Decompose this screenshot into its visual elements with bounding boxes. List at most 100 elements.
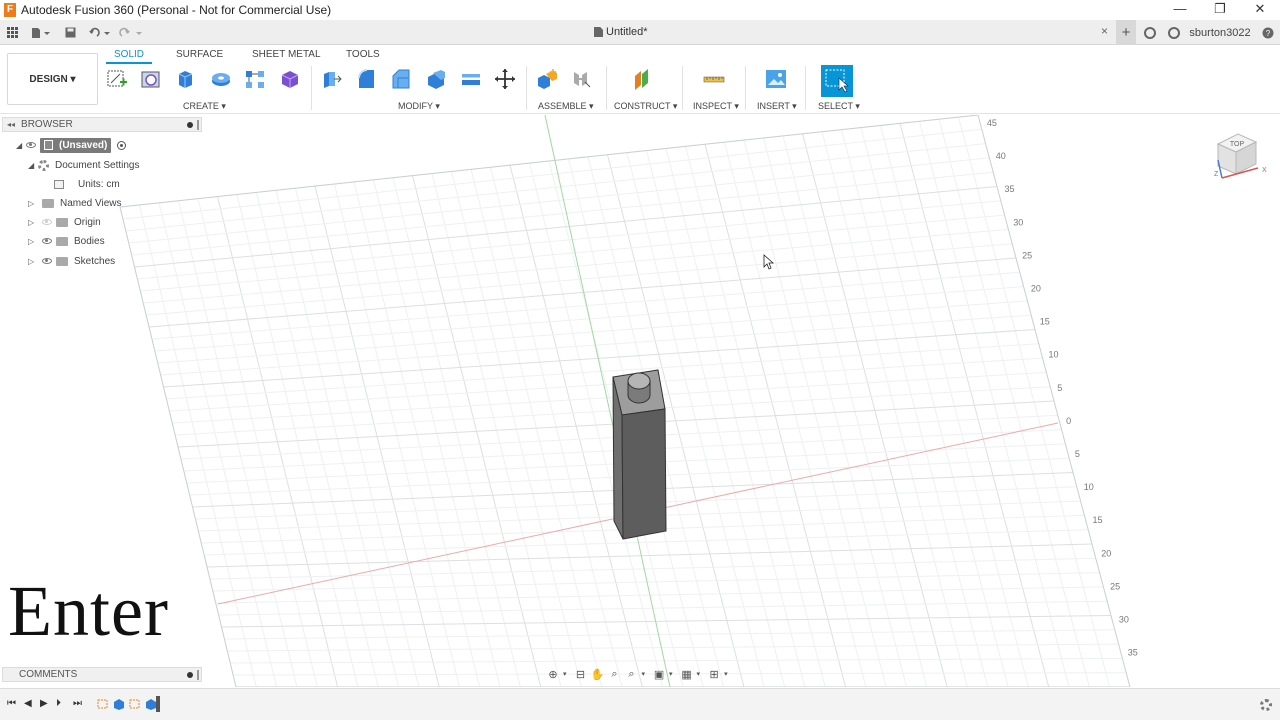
expand-triangle-icon[interactable]: ▷ [28,218,38,227]
tab-surface[interactable]: SURFACE [176,49,223,60]
viewports-icon[interactable]: ⊞ [707,668,721,681]
timeline-marker[interactable] [156,696,160,712]
document-tab[interactable]: Untitled* [594,26,648,38]
timeline-settings-gear-icon[interactable] [1260,699,1272,711]
play-icon[interactable]: ▶ [40,698,48,709]
new-component-icon[interactable] [536,68,558,90]
design-canvas[interactable]: 45 40 35 30 25 20 15 10 5 0 5 10 15 20 25 30 35 [0,115,1280,687]
root-component[interactable]: (Unsaved) [40,137,112,153]
timeline-sketch-icon[interactable] [97,698,109,710]
expand-triangle-icon[interactable]: ▷ [28,199,38,208]
chamfer-icon[interactable] [390,68,412,90]
offset-plane-icon[interactable] [632,68,654,90]
pan-hand-icon[interactable]: ✋ [591,668,605,681]
revolve-icon[interactable] [210,68,232,90]
extrude-icon[interactable] [175,68,197,90]
assemble-menu[interactable]: ASSEMBLE ▾ [538,101,594,112]
construct-menu[interactable]: CONSTRUCT ▾ [614,101,677,112]
move-copy-icon[interactable] [494,68,516,90]
collapse-triangle-icon[interactable]: ◢ [28,161,38,170]
visibility-eye-icon[interactable] [26,142,36,148]
user-account-menu[interactable]: sburton3022 [1189,20,1250,45]
undo-icon[interactable] [86,20,114,45]
redo-icon[interactable] [116,20,146,45]
viewports-dropdown-icon[interactable]: ▾ [724,670,728,678]
create-menu[interactable]: CREATE ▾ [183,101,226,112]
fit-icon[interactable]: ⌕ [625,668,639,680]
maximize-button[interactable]: ❐ [1200,0,1240,20]
new-tab-button[interactable]: + [1116,20,1136,45]
tab-tools[interactable]: TOOLS [346,49,380,60]
measure-icon[interactable] [703,68,725,90]
joint-icon[interactable] [571,68,593,90]
grid-snaps-icon[interactable]: ▦ [680,668,694,681]
browser-item-named-views[interactable]: ▷ Named Views [28,195,122,211]
expand-triangle-icon[interactable]: ▷ [28,257,38,266]
browser-item-origin[interactable]: ▷ Origin [28,214,101,230]
look-at-icon[interactable]: ⊟ [574,668,588,681]
go-to-end-icon[interactable]: ⏭ [73,698,82,709]
workspace-switcher-button[interactable]: DESIGN ▾ [7,53,98,105]
data-panel-grid-icon[interactable] [2,20,22,45]
minimize-button[interactable]: — [1160,0,1200,20]
timeline-extrude-icon[interactable] [113,698,125,710]
settings-gear-icon [38,159,49,171]
pin-panel-icon[interactable] [187,122,193,128]
activate-radio-icon[interactable] [117,140,127,150]
close-tab-button[interactable]: × [1101,24,1108,38]
go-to-start-icon[interactable]: ⏮ [7,698,16,709]
save-icon[interactable] [62,20,78,45]
zoom-dropdown-icon[interactable]: ▾ [642,670,646,678]
pin-panel-icon[interactable] [187,672,193,678]
comments-title: COMMENTS [19,669,78,680]
select-tool-icon[interactable] [821,65,853,97]
visibility-eye-icon[interactable] [42,219,52,225]
step-forward-icon[interactable]: ⏵ [56,698,61,709]
step-back-icon[interactable]: ◀ [24,698,32,709]
select-menu[interactable]: SELECT ▾ [818,101,860,112]
orbit-icon[interactable]: ⊕ [546,668,560,681]
pattern-icon[interactable] [244,68,266,90]
create-box-icon[interactable] [279,68,301,90]
browser-item-sketches[interactable]: ▷ Sketches [28,253,115,269]
timeline-sketch-icon[interactable] [129,698,141,710]
ribbon-toolbar: DESIGN ▾ SOLID SURFACE SHEET METAL TOOLS… [0,46,1280,114]
grid-dropdown-icon[interactable]: ▾ [697,670,701,678]
visibility-eye-icon[interactable] [42,238,52,244]
job-status-icon[interactable] [1141,20,1159,45]
expand-triangle-icon[interactable]: ▷ [28,237,38,246]
orbit-dropdown-icon[interactable]: ▾ [563,670,567,678]
visibility-eye-icon[interactable] [42,258,52,264]
collapse-triangle-icon[interactable]: ◢ [16,141,26,150]
modify-menu[interactable]: MODIFY ▾ [398,101,440,112]
ruler-label: 10 [1084,482,1094,492]
create-form-icon[interactable] [140,68,162,90]
combine-icon[interactable] [460,68,482,90]
press-pull-icon[interactable] [320,68,342,90]
panel-grip-icon [197,670,199,680]
insert-canvas-icon[interactable] [765,68,787,90]
viewcube[interactable]: TOP X Z [1212,130,1270,182]
shell-icon[interactable] [425,68,447,90]
browser-item-bodies[interactable]: ▷ Bodies [28,233,105,249]
fillet-icon[interactable] [355,68,377,90]
tab-solid[interactable]: SOLID [105,49,153,64]
browser-header[interactable]: ◂◂ BROWSER [2,117,202,132]
inspect-menu[interactable]: INSPECT ▾ [693,101,739,112]
collapse-panel-icon[interactable]: ◂◂ [7,120,15,129]
insert-menu[interactable]: INSERT ▾ [757,101,797,112]
browser-root-node[interactable]: ◢ (Unsaved) [16,137,127,153]
create-sketch-icon[interactable] [106,68,128,90]
browser-item-document-settings[interactable]: ◢ Document Settings [28,157,140,173]
zoom-icon[interactable]: ⌕ [608,668,622,680]
comments-header[interactable]: COMMENTS [2,667,202,682]
file-menu-icon[interactable] [28,20,54,45]
help-icon[interactable]: ? [1260,20,1276,45]
cylinder-boss[interactable] [627,372,651,404]
display-settings-icon[interactable]: ▣ [652,668,666,681]
browser-item-units[interactable]: Units: cm [54,176,120,192]
notifications-icon[interactable] [1165,20,1183,45]
close-window-button[interactable]: ✕ [1240,0,1280,20]
display-dropdown-icon[interactable]: ▾ [669,670,673,678]
tab-sheet-metal[interactable]: SHEET METAL [252,49,321,60]
